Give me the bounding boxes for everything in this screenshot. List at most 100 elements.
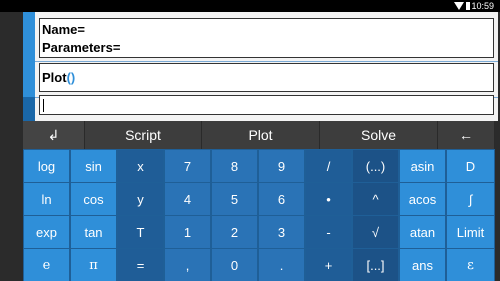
enter-icon: ↲ (47, 126, 60, 143)
plot-command-name: Plot (42, 70, 67, 85)
key-label: + (324, 257, 333, 273)
key-label: - (326, 224, 331, 240)
key-1-1[interactable]: cos (71, 183, 116, 215)
solve-button[interactable]: Solve (320, 121, 438, 149)
text-cursor (43, 99, 44, 112)
key-3-7[interactable]: [...] (353, 249, 398, 281)
key-label: [...] (366, 257, 385, 273)
backspace-button[interactable]: ← (438, 121, 495, 149)
key-label: log (37, 158, 56, 174)
key-1-8[interactable]: acos (400, 183, 445, 215)
enter-button[interactable]: ↲ (23, 121, 85, 149)
key-2-4[interactable]: 2 (212, 216, 257, 248)
script-editor: Name= Parameters= Plot() (23, 12, 498, 121)
key-label: asin (410, 158, 435, 174)
key-1-9[interactable]: ∫ (447, 183, 494, 215)
key-label: 5 (230, 191, 239, 207)
input-field[interactable] (39, 95, 494, 115)
key-3-3[interactable]: , (165, 249, 210, 281)
key-3-0[interactable]: e (24, 249, 69, 281)
key-2-0[interactable]: exp (24, 216, 69, 248)
key-label: √ (371, 224, 380, 240)
plot-command-parens: () (66, 70, 76, 85)
editor-gutter-definition (23, 12, 35, 62)
key-1-5[interactable]: 6 (259, 183, 304, 215)
key-label: 6 (277, 191, 286, 207)
key-2-3[interactable]: 1 (165, 216, 210, 248)
key-label: e (42, 257, 51, 273)
key-3-6[interactable]: + (306, 249, 351, 281)
key-1-7[interactable]: ^ (353, 183, 398, 215)
key-2-7[interactable]: √ (353, 216, 398, 248)
key-3-8[interactable]: ans (400, 249, 445, 281)
key-label: 7 (183, 158, 192, 174)
key-label: cos (83, 191, 104, 207)
key-label: • (326, 191, 331, 207)
key-3-1[interactable]: π (71, 249, 116, 281)
key-label: D (465, 158, 476, 174)
key-label: 8 (230, 158, 239, 174)
key-3-2[interactable]: = (118, 249, 163, 281)
key-label: T (136, 224, 145, 240)
key-0-4[interactable]: 8 (212, 150, 257, 182)
key-0-0[interactable]: log (24, 150, 69, 182)
key-0-2[interactable]: x (118, 150, 163, 182)
key-label: . (279, 257, 284, 273)
key-label: ln (41, 191, 52, 207)
key-label: ans (412, 257, 433, 273)
key-3-4[interactable]: 0 (212, 249, 257, 281)
key-label: (...) (365, 158, 386, 174)
editor-divider (35, 61, 498, 62)
key-1-6[interactable]: • (306, 183, 351, 215)
editor-gutter-command (23, 62, 35, 97)
key-3-9[interactable]: ε (447, 249, 494, 281)
key-1-3[interactable]: 4 (165, 183, 210, 215)
backspace-icon: ← (459, 127, 473, 143)
plot-command-block[interactable]: Plot() (39, 63, 494, 92)
key-0-6[interactable]: / (306, 150, 351, 182)
script-button[interactable]: Script (85, 121, 202, 149)
key-label: sin (85, 158, 102, 174)
key-0-5[interactable]: 9 (259, 150, 304, 182)
key-label: ε (467, 257, 474, 273)
key-label: 1 (183, 224, 192, 240)
key-label: 3 (277, 224, 286, 240)
parameters-line[interactable]: Parameters= (42, 40, 120, 55)
key-label: 0 (230, 257, 239, 273)
key-label: exp (36, 224, 57, 240)
key-0-7[interactable]: (...) (353, 150, 398, 182)
key-label: ^ (372, 191, 379, 207)
key-label: tan (84, 224, 103, 240)
plot-button[interactable]: Plot (202, 121, 320, 149)
definition-block[interactable]: Name= Parameters= (39, 18, 494, 58)
key-3-5[interactable]: . (259, 249, 304, 281)
key-label: acos (408, 191, 437, 207)
wifi-icon (454, 2, 464, 10)
key-0-9[interactable]: D (447, 150, 494, 182)
keypad: log sin x 7 8 9 / (...) asin Dln cos y 4 5 6 • ^ acos ∫ exp… (23, 149, 495, 281)
key-2-1[interactable]: tan (71, 216, 116, 248)
key-2-8[interactable]: atan (400, 216, 445, 248)
left-rail (0, 12, 23, 281)
key-label: ∫ (468, 191, 473, 207)
key-2-6[interactable]: - (306, 216, 351, 248)
key-label: , (185, 257, 190, 273)
key-label: 2 (230, 224, 239, 240)
key-1-0[interactable]: ln (24, 183, 69, 215)
key-0-8[interactable]: asin (400, 150, 445, 182)
key-label: 4 (183, 191, 192, 207)
name-line[interactable]: Name= (42, 22, 85, 37)
status-bar: 10:59 (0, 0, 500, 12)
key-2-9[interactable]: Limit (447, 216, 494, 248)
key-label: = (136, 257, 145, 273)
plot-command-line[interactable]: Plot() (42, 70, 75, 85)
key-2-2[interactable]: T (118, 216, 163, 248)
key-0-3[interactable]: 7 (165, 150, 210, 182)
key-label: Limit (456, 224, 485, 240)
key-1-2[interactable]: y (118, 183, 163, 215)
key-2-5[interactable]: 3 (259, 216, 304, 248)
toolbar: ↲ Script Plot Solve ← (23, 121, 495, 149)
key-label: 9 (277, 158, 286, 174)
key-1-4[interactable]: 5 (212, 183, 257, 215)
key-0-1[interactable]: sin (71, 150, 116, 182)
